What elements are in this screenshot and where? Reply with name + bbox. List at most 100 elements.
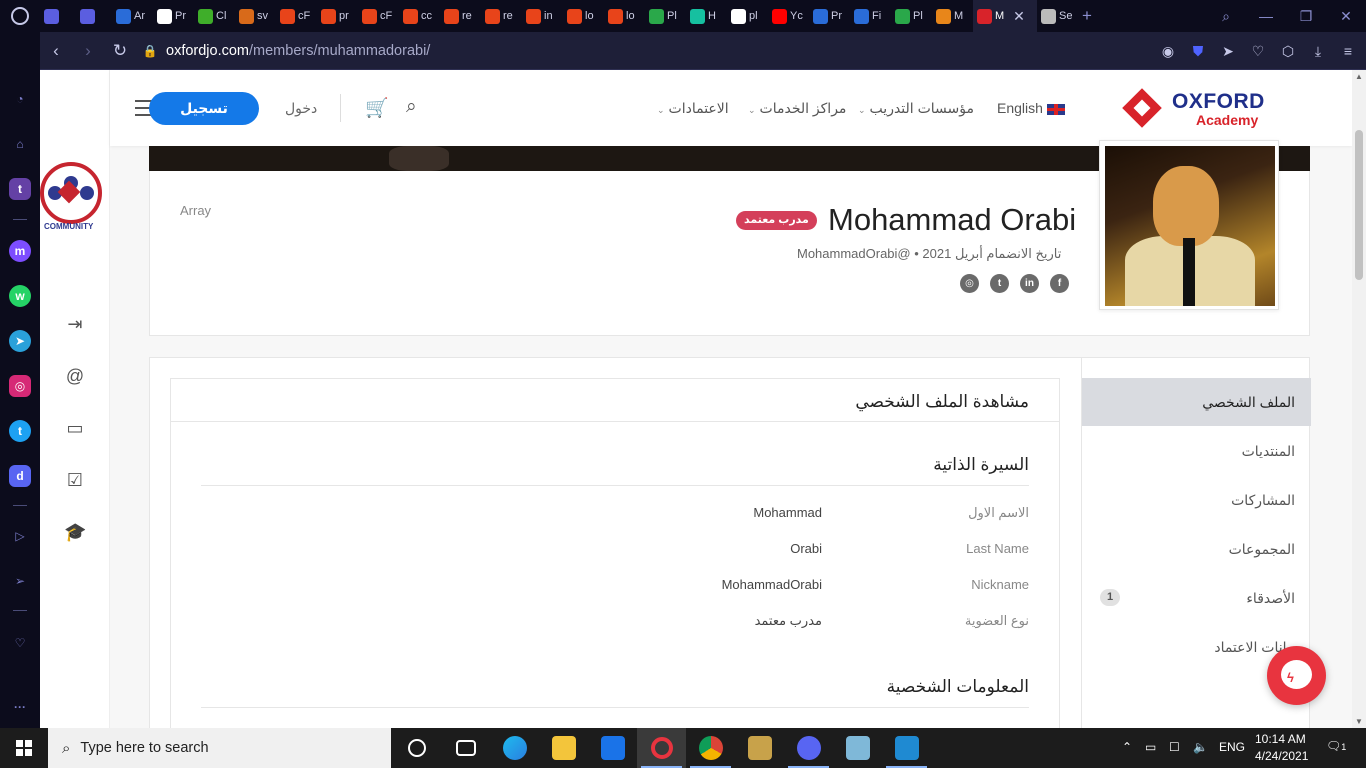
login-arrow-icon[interactable]: ⇥ xyxy=(64,313,86,335)
taskbar-search[interactable]: ⌕ Type here to search xyxy=(48,728,391,768)
discord-taskbar-icon[interactable] xyxy=(784,728,833,768)
clock-time[interactable]: 10:14 AM xyxy=(1255,732,1306,746)
browser-tab[interactable]: sv xyxy=(235,0,276,32)
instagram-icon[interactable]: ◎ xyxy=(9,375,31,397)
task-view-icon[interactable] xyxy=(441,728,490,768)
tray-chevron-up-icon[interactable]: ⌃ xyxy=(1122,740,1132,754)
linkedin-icon[interactable]: in xyxy=(1020,274,1039,293)
instagram-icon[interactable]: ◎ xyxy=(960,274,979,293)
scrollbar-thumb[interactable] xyxy=(1355,130,1363,280)
browser-tab[interactable]: lo xyxy=(604,0,645,32)
sidebar-more-icon[interactable]: ··· xyxy=(9,696,31,718)
browser-tab[interactable]: cF xyxy=(358,0,399,32)
browser-tab[interactable]: cc xyxy=(399,0,440,32)
browser-tab[interactable]: Pr xyxy=(153,0,194,32)
tab-forums[interactable]: المنتديات xyxy=(1082,427,1311,475)
volume-icon[interactable]: 🔈 xyxy=(1193,740,1208,754)
speed-dial-icon[interactable]: ◔ xyxy=(9,88,31,110)
graduation-cap-icon[interactable]: 🎓 xyxy=(64,521,86,543)
close-tab-icon[interactable]: ✕ xyxy=(1013,8,1025,25)
mail-icon[interactable] xyxy=(588,728,637,768)
browser-tab[interactable]: re xyxy=(481,0,522,32)
browser-tab[interactable]: Fi xyxy=(850,0,891,32)
lock-icon[interactable]: 🔒 xyxy=(140,44,160,58)
browser-tab[interactable]: pr xyxy=(317,0,358,32)
menu-training-institutions[interactable]: ⌄ مؤسسات التدريب xyxy=(858,100,974,117)
browser-tab[interactable]: Pl xyxy=(645,0,686,32)
browser-tab[interactable]: Se xyxy=(1037,0,1078,32)
easy-setup-icon[interactable]: ≡ xyxy=(1338,43,1358,59)
browser-tab[interactable]: M ✕ xyxy=(973,0,1037,32)
edge-icon[interactable] xyxy=(490,728,539,768)
messenger-chat-button[interactable]: ϟ xyxy=(1267,646,1326,705)
whatsapp-icon[interactable]: w xyxy=(9,285,31,307)
search-icon[interactable]: ⌕ xyxy=(406,96,417,118)
tab-posts[interactable]: المشاركات xyxy=(1082,476,1311,524)
restore-button[interactable]: ❐ xyxy=(1286,8,1326,25)
browser-tab[interactable]: Cl xyxy=(194,0,235,32)
browser-tab[interactable] xyxy=(40,0,76,32)
browser-tab[interactable] xyxy=(76,0,112,32)
page-scrollbar[interactable]: ▲ ▼ xyxy=(1352,70,1366,728)
tab-groups[interactable]: المجموعات xyxy=(1082,525,1311,573)
url-field[interactable]: oxfordjo.com/members/muhammadorabi/ xyxy=(166,43,430,59)
shopping-icon[interactable]: ⌂ xyxy=(9,133,31,155)
twitch-icon[interactable]: t xyxy=(9,178,31,200)
browser-tab[interactable]: pl xyxy=(727,0,768,32)
browser-tab[interactable]: Pl xyxy=(891,0,932,32)
reload-button[interactable]: ↻ xyxy=(104,41,136,61)
language-indicator[interactable]: ENG xyxy=(1219,740,1245,754)
avatar[interactable] xyxy=(1099,140,1279,310)
language-switcher[interactable]: English xyxy=(997,100,1065,116)
forward-button[interactable]: › xyxy=(72,41,104,61)
browser-tab[interactable]: lo xyxy=(563,0,604,32)
new-tab-button[interactable]: + xyxy=(1078,0,1096,32)
signup-button[interactable]: تسجيل xyxy=(149,92,259,125)
bookmarks-heart-icon[interactable]: ♡ xyxy=(9,632,31,654)
network-icon[interactable]: ☐ xyxy=(1169,740,1180,754)
facebook-icon[interactable]: f xyxy=(1050,274,1069,293)
tab-friends[interactable]: 1 الأصدقاء xyxy=(1082,574,1311,622)
download-icon[interactable]: ⤓ xyxy=(1308,43,1328,60)
twitter-icon[interactable]: t xyxy=(990,274,1009,293)
twitter-icon[interactable]: t xyxy=(9,420,31,442)
send-icon[interactable]: ➤ xyxy=(1218,43,1238,60)
cart-icon[interactable]: 🛒 xyxy=(365,96,389,120)
discord-icon[interactable]: d xyxy=(9,465,31,487)
browser-tab[interactable]: M xyxy=(932,0,973,32)
chrome-icon[interactable] xyxy=(686,728,735,768)
book-icon[interactable]: ▭ xyxy=(64,417,86,439)
telegram-icon[interactable]: ➤ xyxy=(9,330,31,352)
league-of-legends-icon[interactable] xyxy=(735,728,784,768)
menu-accreditations[interactable]: ⌄ الاعتمادات xyxy=(657,100,729,117)
minimize-button[interactable]: — xyxy=(1246,8,1286,24)
browser-tab[interactable]: H xyxy=(686,0,727,32)
vpn-shield-icon[interactable]: ⛊ xyxy=(1188,43,1208,60)
file-explorer-icon[interactable] xyxy=(539,728,588,768)
menu-service-centers[interactable]: ⌄ مراكز الخدمات xyxy=(748,100,846,117)
back-button[interactable]: ‹ xyxy=(40,41,72,61)
browser-tab[interactable]: cF xyxy=(276,0,317,32)
notes-icon[interactable] xyxy=(833,728,882,768)
at-sign-icon[interactable]: @ xyxy=(64,365,86,387)
clock-date[interactable]: 4/24/2021 xyxy=(1255,749,1308,763)
tab-search-icon[interactable]: ⌕ xyxy=(1206,8,1246,25)
snapshot-icon[interactable]: ◉ xyxy=(1158,43,1178,60)
tab-profile[interactable]: الملف الشخصي xyxy=(1082,378,1311,426)
battery-icon[interactable]: ▭ xyxy=(1145,740,1156,754)
notification-center-icon[interactable]: 🗨1 xyxy=(1326,739,1346,753)
login-link[interactable]: دخول xyxy=(285,100,317,117)
browser-tab[interactable]: re xyxy=(440,0,481,32)
browser-tab[interactable]: in xyxy=(522,0,563,32)
player-icon[interactable]: ▷ xyxy=(9,525,31,547)
scroll-down-icon[interactable]: ▼ xyxy=(1355,717,1363,726)
bookmark-heart-icon[interactable]: ♡ xyxy=(1248,43,1268,60)
site-logo[interactable]: OXFORD Academy xyxy=(1122,88,1284,130)
messenger-icon[interactable]: m xyxy=(9,240,31,262)
start-button[interactable] xyxy=(0,728,48,768)
scroll-up-icon[interactable]: ▲ xyxy=(1355,72,1363,81)
extensions-cube-icon[interactable]: ⬡ xyxy=(1278,43,1298,60)
community-logo[interactable]: COMMUNITY xyxy=(40,162,102,234)
browser-tab[interactable]: Pr xyxy=(809,0,850,32)
opera-taskbar-icon[interactable] xyxy=(637,728,686,768)
